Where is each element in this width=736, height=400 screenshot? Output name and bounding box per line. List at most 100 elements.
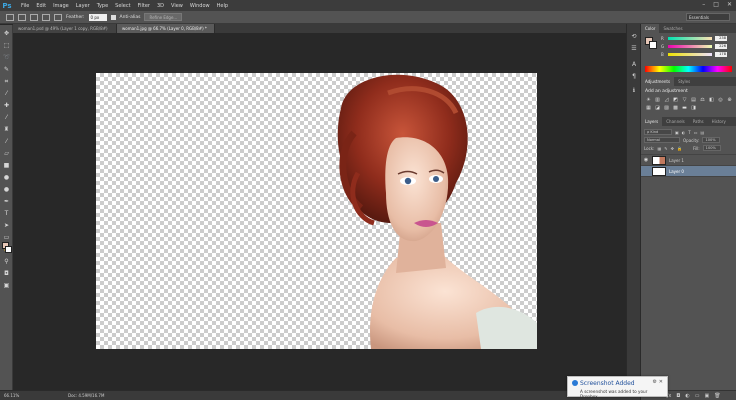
healing-brush-tool-icon[interactable]: ✚ xyxy=(3,103,10,109)
green-slider[interactable]: G 226 xyxy=(641,42,736,50)
lock-pixels-icon[interactable]: ✎ xyxy=(664,146,667,151)
invert-icon[interactable]: ◪ xyxy=(654,105,661,111)
character-panel-icon[interactable]: A xyxy=(630,62,638,68)
blur-tool-icon[interactable]: ● xyxy=(3,175,10,181)
menu-3d[interactable]: 3D xyxy=(157,3,164,9)
menu-type[interactable]: Type xyxy=(97,3,108,9)
shape-tool-icon[interactable]: ▭ xyxy=(3,235,10,241)
black-white-icon[interactable]: ◧ xyxy=(708,97,715,103)
opacity-input[interactable]: 100% xyxy=(702,137,721,143)
menu-edit[interactable]: Edit xyxy=(36,3,46,9)
crop-tool-icon[interactable]: ⌗ xyxy=(3,79,10,85)
subtract-selection-icon[interactable] xyxy=(42,13,50,21)
color-lookup-icon[interactable]: ▦ xyxy=(645,105,652,111)
red-value[interactable]: 238 xyxy=(715,35,727,41)
type-tool-icon[interactable]: T xyxy=(3,211,10,217)
color-spectrum[interactable] xyxy=(645,66,732,72)
threshold-icon[interactable]: ▩ xyxy=(672,105,679,111)
workspace-select[interactable]: Essentials xyxy=(686,13,730,21)
add-selection-icon[interactable] xyxy=(30,13,38,21)
lasso-tool-icon[interactable]: ➰ xyxy=(3,55,10,61)
tab-styles[interactable]: Styles xyxy=(674,77,694,86)
blue-slider[interactable]: B 178 xyxy=(641,50,736,58)
tab-color[interactable]: Color xyxy=(641,24,660,33)
brush-tool-icon[interactable]: ⁄ xyxy=(3,115,10,121)
menu-select[interactable]: Select xyxy=(115,3,130,9)
menu-filter[interactable]: Filter xyxy=(138,3,150,9)
new-selection-icon[interactable] xyxy=(18,13,26,21)
selective-color-icon[interactable]: ◨ xyxy=(690,105,697,111)
minimize-button[interactable]: – xyxy=(702,1,705,8)
gradient-map-icon[interactable]: ▬ xyxy=(681,105,688,111)
new-layer-icon[interactable]: ▣ xyxy=(704,393,709,399)
move-tool-icon[interactable]: ✥ xyxy=(3,31,10,37)
clone-stamp-tool-icon[interactable]: ♜ xyxy=(3,127,10,133)
maximize-button[interactable]: □ xyxy=(713,1,719,8)
filter-type-icon[interactable]: T xyxy=(688,130,690,135)
intersect-selection-icon[interactable] xyxy=(54,13,62,21)
delete-layer-icon[interactable]: 🗑 xyxy=(714,393,720,399)
filter-pixel-icon[interactable]: ▣ xyxy=(675,130,679,135)
new-group-icon[interactable]: ▭ xyxy=(695,393,700,399)
refine-edge-button[interactable]: Refine Edge... xyxy=(144,13,183,21)
menu-image[interactable]: Image xyxy=(53,3,69,9)
posterize-icon[interactable]: ▨ xyxy=(663,105,670,111)
photo-filter-icon[interactable]: ◎ xyxy=(717,97,724,103)
dodge-tool-icon[interactable]: ● xyxy=(3,187,10,193)
path-selection-tool-icon[interactable]: ➤ xyxy=(3,223,10,229)
hue-saturation-icon[interactable]: ▤ xyxy=(690,97,697,103)
filter-adjustment-icon[interactable]: ◐ xyxy=(682,130,686,135)
history-panel-icon[interactable]: ⟲ xyxy=(630,34,638,40)
paragraph-panel-icon[interactable]: ¶ xyxy=(630,74,638,80)
layer-row-layer-1[interactable]: ◉ Layer 1 xyxy=(641,155,736,166)
brightness-contrast-icon[interactable]: ☀ xyxy=(645,97,652,103)
layer-row-layer-0[interactable]: Layer 0 xyxy=(641,166,736,177)
tab-adjustments[interactable]: Adjustments xyxy=(641,77,675,86)
blend-mode-select[interactable]: Normal xyxy=(644,137,680,143)
blue-value[interactable]: 178 xyxy=(715,51,727,57)
properties-panel-icon[interactable]: ☰ xyxy=(630,46,638,52)
tab-paths[interactable]: Paths xyxy=(689,117,708,126)
visibility-eye-icon[interactable]: ◉ xyxy=(643,157,649,163)
lock-transparent-icon[interactable]: ▦ xyxy=(657,146,661,151)
close-icon[interactable]: ✕ xyxy=(659,379,663,385)
settings-icon[interactable]: ⚙ xyxy=(653,379,657,385)
zoom-tool-icon[interactable]: ⚲ xyxy=(3,259,10,265)
doc-size[interactable]: Doc: 4.59M/16.7M xyxy=(68,391,104,400)
quick-mask-icon[interactable]: ◘ xyxy=(3,271,10,277)
eraser-tool-icon[interactable]: ▱ xyxy=(3,151,10,157)
menu-file[interactable]: File xyxy=(21,3,29,9)
menu-window[interactable]: Window xyxy=(190,3,210,9)
layer-kind-filter[interactable]: ρ Kind xyxy=(644,129,672,135)
anti-alias-checkbox[interactable] xyxy=(110,14,116,20)
eyedropper-tool-icon[interactable]: ⁄ xyxy=(3,91,10,97)
close-button[interactable]: ✕ xyxy=(727,1,732,8)
red-slider[interactable]: R 238 xyxy=(641,34,736,42)
tab-channels[interactable]: Channels xyxy=(662,117,689,126)
pen-tool-icon[interactable]: ✒ xyxy=(3,199,10,205)
history-brush-tool-icon[interactable]: ⁄ xyxy=(3,139,10,145)
tab-swatches[interactable]: Swatches xyxy=(659,24,686,33)
green-value[interactable]: 226 xyxy=(715,43,727,49)
menu-view[interactable]: View xyxy=(171,3,183,9)
filter-shape-icon[interactable]: ▭ xyxy=(694,130,698,135)
curves-icon[interactable]: ◿ xyxy=(663,97,670,103)
add-mask-icon[interactable]: ◘ xyxy=(676,393,680,399)
menu-layer[interactable]: Layer xyxy=(76,3,90,9)
gradient-tool-icon[interactable]: ■ xyxy=(3,163,10,169)
tab-history[interactable]: History xyxy=(708,117,730,126)
quick-selection-tool-icon[interactable]: ✎ xyxy=(3,67,10,73)
vibrance-icon[interactable]: ▽ xyxy=(681,97,688,103)
screen-mode-icon[interactable]: ▣ xyxy=(3,283,10,289)
tab-woman1-psd[interactable]: woman1.psd @ 49% (Layer 1 copy, RGB/8#) xyxy=(13,24,117,33)
info-panel-icon[interactable]: ℹ xyxy=(630,88,638,94)
layer-name[interactable]: Layer 0 xyxy=(669,169,684,174)
zoom-level[interactable]: 66.11% xyxy=(4,391,19,400)
menu-help[interactable]: Help xyxy=(217,3,228,9)
screenshot-notification[interactable]: Screenshot Added A screenshot was added … xyxy=(567,376,668,399)
tab-layers[interactable]: Layers xyxy=(641,117,663,126)
marquee-tool-icon[interactable]: ⬚ xyxy=(3,43,10,49)
background-color-swatch[interactable] xyxy=(5,246,12,253)
new-adjustment-layer-icon[interactable]: ◐ xyxy=(685,393,689,399)
document-canvas[interactable] xyxy=(96,73,537,349)
